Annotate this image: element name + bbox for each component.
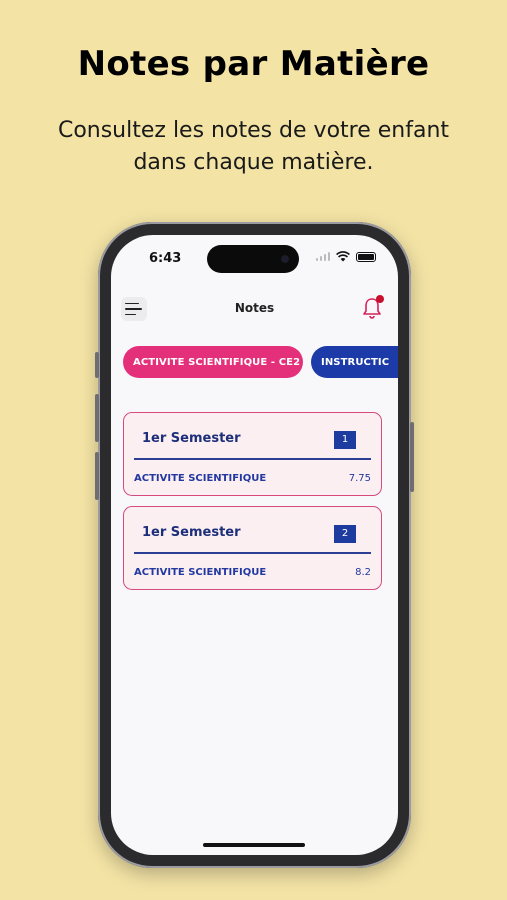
semester-label: 1er Semester <box>142 525 241 540</box>
grade-index-badge: 2 <box>334 525 356 543</box>
home-indicator[interactable] <box>203 843 305 847</box>
tab-instruction[interactable]: INSTRUCTIC <box>311 346 398 378</box>
subject-label: ACTIVITE SCIENTIFIQUE <box>134 473 267 484</box>
phone-volume-down-button <box>95 452 99 500</box>
notification-button[interactable] <box>362 295 384 319</box>
grade-card[interactable]: 1er Semester 1 ACTIVITE SCIENTIFIQUE 7.7… <box>123 412 382 496</box>
grade-card[interactable]: 1er Semester 2 ACTIVITE SCIENTIFIQUE 8.2 <box>123 506 382 590</box>
promo-subtitle-line-1: Consultez les notes de votre enfant <box>57 118 450 143</box>
signal-icon <box>316 252 330 261</box>
battery-icon <box>356 251 376 262</box>
status-time: 6:43 <box>149 251 182 266</box>
notification-badge <box>376 295 384 303</box>
tab-activite-scientifique[interactable]: ACTIVITE SCIENTIFIQUE - CE2 <box>123 346 303 378</box>
phone-mute-button <box>95 352 99 378</box>
app-screen: 6:43 Notes ACTIVITE SCIENTIFIQUE - CE2 I… <box>111 235 398 855</box>
promo-subtitle: Consultez les notes de votre enfant dans… <box>30 115 477 179</box>
card-divider <box>134 552 371 554</box>
dynamic-island <box>207 245 299 273</box>
semester-label: 1er Semester <box>142 431 241 446</box>
subject-tabs: ACTIVITE SCIENTIFIQUE - CE2 INSTRUCTIC <box>123 346 398 378</box>
grade-value: 7.75 <box>348 473 371 484</box>
wifi-icon <box>336 251 350 262</box>
subject-label: ACTIVITE SCIENTIFIQUE <box>134 567 267 578</box>
page-title: Notes <box>234 301 275 315</box>
grade-value: 8.2 <box>355 567 371 578</box>
phone-frame: 6:43 Notes ACTIVITE SCIENTIFIQUE - CE2 I… <box>95 222 414 868</box>
grade-index-badge: 1 <box>334 431 356 449</box>
phone-volume-up-button <box>95 394 99 442</box>
promo-title: Notes par Matière <box>77 44 430 84</box>
status-icons <box>316 251 376 262</box>
phone-power-button <box>410 422 414 492</box>
camera-icon <box>281 255 289 263</box>
card-divider <box>134 458 371 460</box>
promo-subtitle-line-2: dans chaque matière. <box>133 150 374 175</box>
